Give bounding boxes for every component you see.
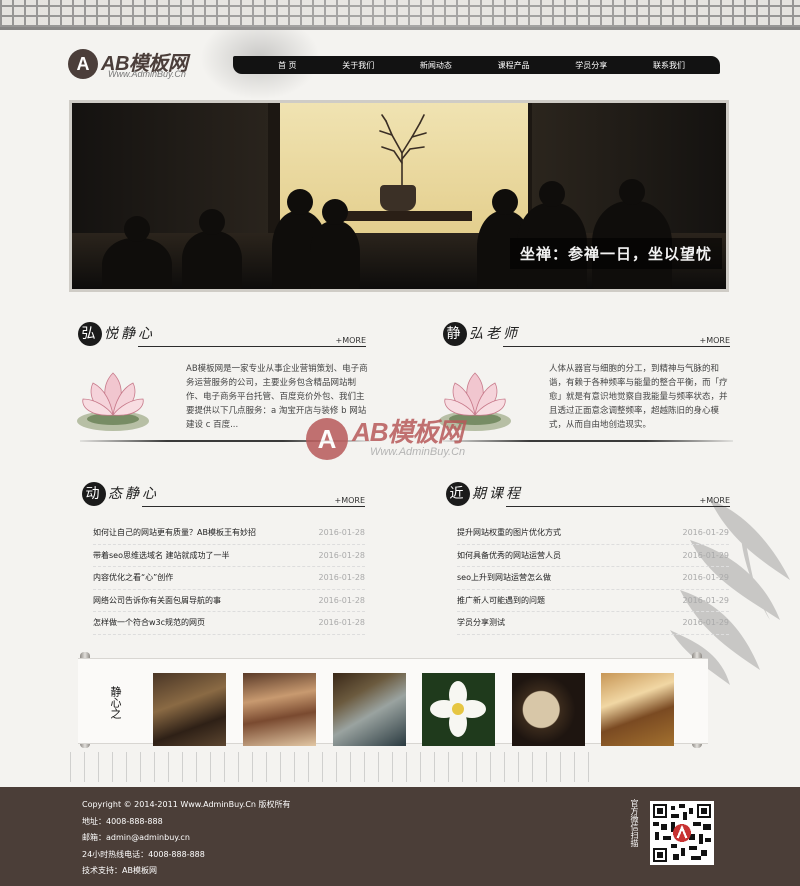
banner-caption: 坐禅：参禅一日，坐以望忧 xyxy=(509,238,722,269)
teacher-heading: 静弘老师 +MORE xyxy=(443,322,730,350)
courses-title: 期课程 xyxy=(472,486,523,502)
footer-support: 技术支持：AB模板网 xyxy=(82,866,157,875)
pot-icon xyxy=(380,185,416,211)
list-item[interactable]: 网络公司告诉你有关面包屑导航的事 2016-01-28 xyxy=(93,590,365,612)
hero-banner[interactable]: 坐禅：参禅一日，坐以望忧 xyxy=(69,100,729,292)
about-heading: 弘悦静心 +MORE xyxy=(78,322,366,350)
news-more-link[interactable]: +MORE xyxy=(334,496,365,505)
footer-address: 地址：4008-888-888 xyxy=(82,816,163,826)
news-list: 如何让自己的网站更有质量？AB模板王有妙招 2016-01-28 带着seo思维选… xyxy=(93,522,365,635)
nav-contact[interactable]: 联系我们 xyxy=(653,60,685,71)
gallery-label: 静心之 xyxy=(109,685,122,719)
courses-list: 提升网站权重的图片优化方式 2016-01-29 如何具备优秀的网站运营人员 201… xyxy=(457,522,729,635)
logo-mark: A xyxy=(68,49,98,79)
wechat-qr-code-icon xyxy=(650,801,714,865)
list-item[interactable]: 推广新人可能遇到的问题 2016-01-29 xyxy=(457,590,729,612)
about-more-link[interactable]: +MORE xyxy=(335,336,366,345)
list-item[interactable]: 带着seo思维选域名 建站就成功了一半 2016-01-28 xyxy=(93,545,365,567)
news-heading: 动态静心 +MORE xyxy=(82,482,365,510)
list-item[interactable]: 如何让自己的网站更有质量？AB模板王有妙招 2016-01-28 xyxy=(93,522,365,545)
gallery-thumb[interactable] xyxy=(512,673,585,746)
list-item[interactable]: 如何具备优秀的网站运营人员 2016-01-29 xyxy=(457,545,729,567)
gallery-thumb[interactable] xyxy=(333,673,406,746)
gallery-thumb[interactable] xyxy=(601,673,674,746)
teacher-title: 弘老师 xyxy=(469,326,520,342)
main-nav: 首 页 关于我们 新闻动态 课程产品 学员分享 联系我们 xyxy=(233,56,720,74)
footer-hotline: 24小时热线电话：4008-888-888 xyxy=(82,849,205,859)
courses-heading: 近期课程 +MORE xyxy=(446,482,730,510)
about-title-blot: 弘 xyxy=(78,322,102,346)
teacher-more-link[interactable]: +MORE xyxy=(699,336,730,345)
news-title-blot: 动 xyxy=(82,482,106,506)
gallery-thumb[interactable] xyxy=(153,673,226,746)
courses-title-blot: 近 xyxy=(446,482,470,506)
list-item[interactable]: 提升网站权重的图片优化方式 2016-01-29 xyxy=(457,522,729,545)
about-title: 悦静心 xyxy=(104,326,155,342)
footer-email: 邮箱：admin@adminbuy.cn xyxy=(82,833,190,842)
photo-gallery-scroll: 静心之 xyxy=(78,658,708,746)
list-item[interactable]: 学员分享测试 2016-01-29 xyxy=(457,612,729,635)
teacher-text: 人体从器官与细胞的分工，到精神与气脉的和谐，有赖于各种频率与能量的整合平衡，而「… xyxy=(549,364,728,430)
list-item[interactable]: 内容优化之看“心”创作 2016-01-28 xyxy=(93,567,365,590)
list-item[interactable]: 怎样做一个符合w3c规范的网页 2016-01-28 xyxy=(93,612,365,635)
bonsai-tree-icon xyxy=(379,114,427,185)
gallery-thumb[interactable] xyxy=(243,673,316,746)
lotus-icon xyxy=(77,372,149,431)
nav-home[interactable]: 首 页 xyxy=(278,60,297,71)
gallery-thumb[interactable] xyxy=(422,673,495,746)
site-footer: Copyright © 2014-2011 Www.AdminBuy.Cn 版权… xyxy=(0,787,800,886)
calligraphy-decoration xyxy=(70,752,590,782)
list-item[interactable]: seo上升到网站运营怎么做 2016-01-29 xyxy=(457,567,729,590)
white-flower-icon xyxy=(422,673,495,746)
teacher-title-blot: 静 xyxy=(443,322,467,346)
nav-sharing[interactable]: 学员分享 xyxy=(575,60,607,71)
nav-news[interactable]: 新闻动态 xyxy=(420,60,452,71)
watermark-logo: A AB模板网 Www.AdminBuy.Cn xyxy=(306,410,506,480)
nav-about[interactable]: 关于我们 xyxy=(342,60,374,71)
qr-label: 官方微信扫描 xyxy=(630,799,639,847)
courses-more-link[interactable]: +MORE xyxy=(699,496,730,505)
logo-url: Www.AdminBuy.Cn xyxy=(108,69,186,79)
site-logo[interactable]: A AB模板网 Www.AdminBuy.Cn xyxy=(68,47,228,87)
news-title: 态静心 xyxy=(108,486,159,502)
footer-copyright: Copyright © 2014-2011 Www.AdminBuy.Cn 版权… xyxy=(82,800,291,809)
nav-courses[interactable]: 课程产品 xyxy=(498,60,530,71)
